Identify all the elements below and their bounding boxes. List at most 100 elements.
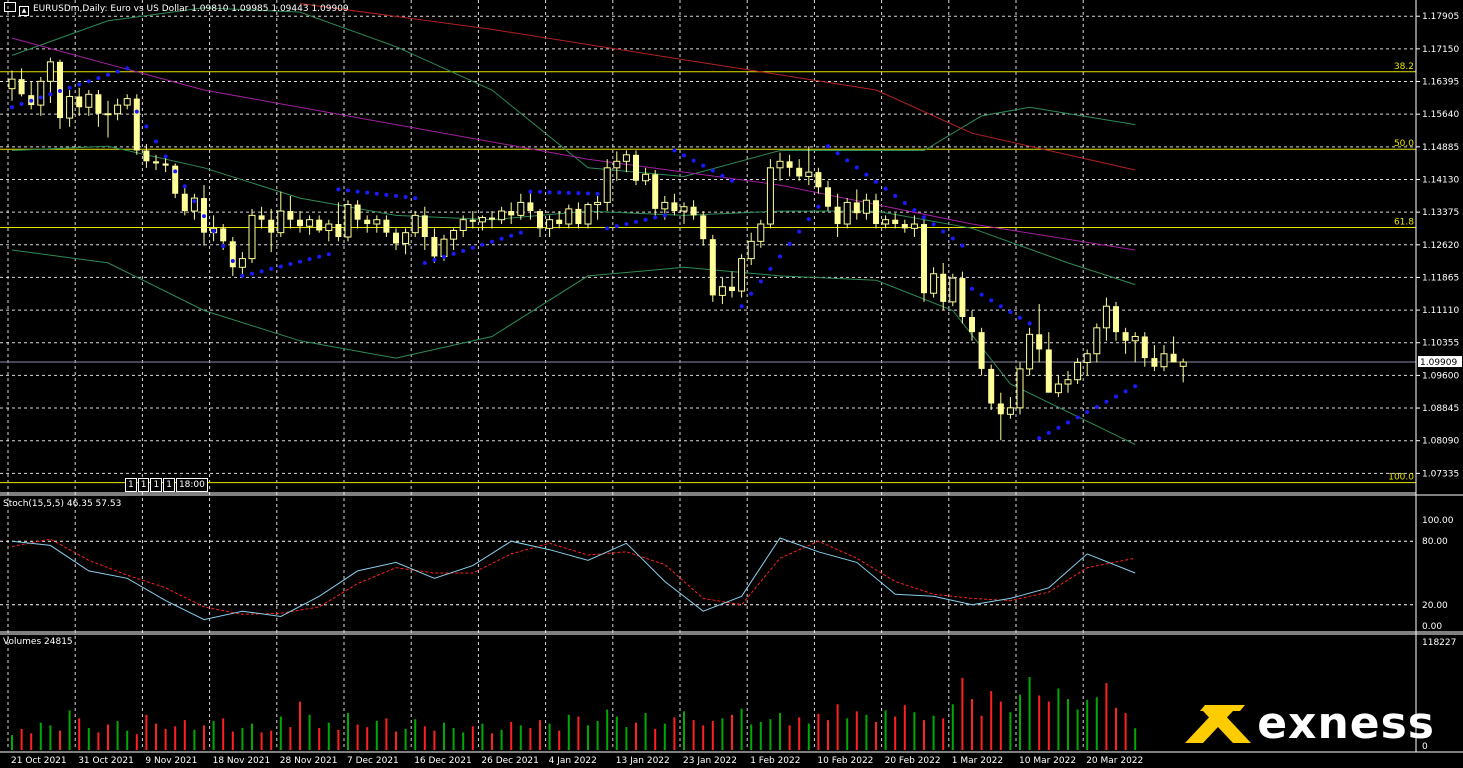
sar-dot <box>806 217 811 222</box>
time-tick-label: 28 Nov 2021 <box>280 756 338 766</box>
chart-arrow-icon[interactable]: ▲ <box>19 6 29 16</box>
sar-dot <box>912 208 917 213</box>
sar-dot <box>10 105 14 110</box>
candle-body-bull <box>344 204 352 238</box>
time-tick-label: 20 Feb 2022 <box>885 756 941 766</box>
candle-body-bear <box>364 219 371 225</box>
time-tick-label: 1 Feb 2022 <box>750 756 800 766</box>
sar-dot <box>58 89 62 94</box>
candle-body-bear <box>940 273 947 302</box>
candle-body-bull <box>46 61 54 82</box>
candle-body-bear <box>700 215 707 240</box>
candle-body-bear <box>1122 332 1129 341</box>
sar-dot <box>115 69 120 74</box>
sar-dot <box>365 190 370 195</box>
sar-dot <box>422 260 427 265</box>
time-tick-label: 7 Dec 2021 <box>347 756 399 766</box>
sar-dot <box>211 229 216 234</box>
sar-dot <box>720 173 725 178</box>
candle-body-bull <box>238 258 246 268</box>
candle-body-bear <box>469 219 476 222</box>
candle-body-bull <box>104 113 112 116</box>
sar-dot <box>634 219 638 224</box>
chart-header: ▲ EURUSDm,Daily: Euro vs US Dollar 1.0981… <box>4 2 349 16</box>
candle-body-bear <box>1141 336 1148 359</box>
candle-body-bull <box>373 219 381 225</box>
sar-dot <box>202 214 206 219</box>
candle-body-bear <box>162 163 169 166</box>
candle-body-bull <box>1160 353 1168 368</box>
candle-body-bear <box>786 161 793 168</box>
sar-dot <box>854 165 859 170</box>
sar-dot <box>490 239 494 244</box>
timeframe-box[interactable]: 1 1 1 1 18:00 <box>125 478 209 492</box>
candle-body-bear <box>690 206 697 216</box>
chart-window-icon[interactable] <box>4 2 16 12</box>
timeframe-cell: 1 <box>137 478 150 492</box>
candle-body-bull <box>517 201 525 216</box>
sar-dot <box>701 163 706 168</box>
sar-dot <box>48 92 53 97</box>
candle-body-bull <box>1016 368 1024 409</box>
sar-dot <box>1085 410 1090 415</box>
fib-level-label: 38.2 <box>1394 62 1414 72</box>
time-tick-label: 4 Jan 2022 <box>549 756 597 766</box>
stoch-header: Stoch(15,5,5) 46.35 57.53 <box>3 499 122 509</box>
moving-average-purple <box>11 37 1136 251</box>
candle-body-bull <box>1064 379 1072 385</box>
candle-body-bear <box>143 150 150 162</box>
candle-body-bull <box>738 258 746 292</box>
sar-dot <box>19 102 24 107</box>
price-tick-label: 1.17150 <box>1422 45 1459 55</box>
candle-body-bull <box>718 286 726 296</box>
candle-body-bear <box>1113 306 1119 333</box>
candle-body-bear <box>287 211 294 220</box>
sar-dot <box>710 168 715 173</box>
candle-body-bear <box>268 219 275 233</box>
candle-body-bear <box>431 236 438 257</box>
sar-dot <box>643 217 648 222</box>
sar-dot <box>547 190 552 195</box>
candle-body-bull <box>843 201 851 225</box>
sar-dot <box>624 222 629 227</box>
sar-dot <box>288 262 293 267</box>
candle-body-bear <box>181 193 188 212</box>
sar-dot <box>86 79 91 84</box>
price-tick-label: 1.10355 <box>1422 339 1459 349</box>
candle-body-bear <box>229 241 236 268</box>
sar-dot <box>317 254 322 259</box>
stoch-signal-line <box>11 538 1136 615</box>
fib-level-label: 100.0 <box>1388 473 1414 483</box>
candle-body-bull <box>546 219 554 229</box>
sar-dot <box>442 254 446 259</box>
candle-body-bull <box>459 219 467 232</box>
candle-body-bear <box>892 219 899 225</box>
price-tick-label: 1.07335 <box>1422 469 1459 479</box>
sar-dot <box>1018 315 1022 320</box>
candle-body-bull <box>1074 361 1082 381</box>
candle-body-bull <box>613 160 621 169</box>
candle-body-bear <box>556 219 563 225</box>
sar-dot <box>835 151 840 156</box>
chart-canvas[interactable]: 38.2 50.0 61.8 100.0 100.00 80.00 20.00 0.00 1… <box>0 0 1463 768</box>
sar-dot <box>1104 399 1109 404</box>
sar-dot <box>163 154 168 159</box>
sar-dot <box>67 85 72 90</box>
sar-dot <box>346 188 350 193</box>
time-tick-label: 31 Oct 2021 <box>78 756 134 766</box>
candle-body-bull <box>747 240 755 260</box>
moving-average-red <box>299 3 1136 171</box>
candle-body-bear <box>1045 349 1052 393</box>
sar-dot <box>826 144 830 149</box>
candle-body-bear <box>709 239 716 296</box>
price-tick-label: 1.11865 <box>1422 273 1459 283</box>
candle-body-bear <box>652 174 659 209</box>
candle-body-bull <box>642 173 650 182</box>
time-tick-label: 9 Nov 2021 <box>145 756 197 766</box>
candle-body-bear <box>671 202 678 212</box>
price-tick-label: 1.14130 <box>1422 175 1459 185</box>
volume-header: Volumes 24815 <box>3 637 73 647</box>
sar-dot <box>739 304 744 309</box>
candle-body-bear <box>921 224 927 294</box>
candle-body-bull <box>757 223 765 242</box>
